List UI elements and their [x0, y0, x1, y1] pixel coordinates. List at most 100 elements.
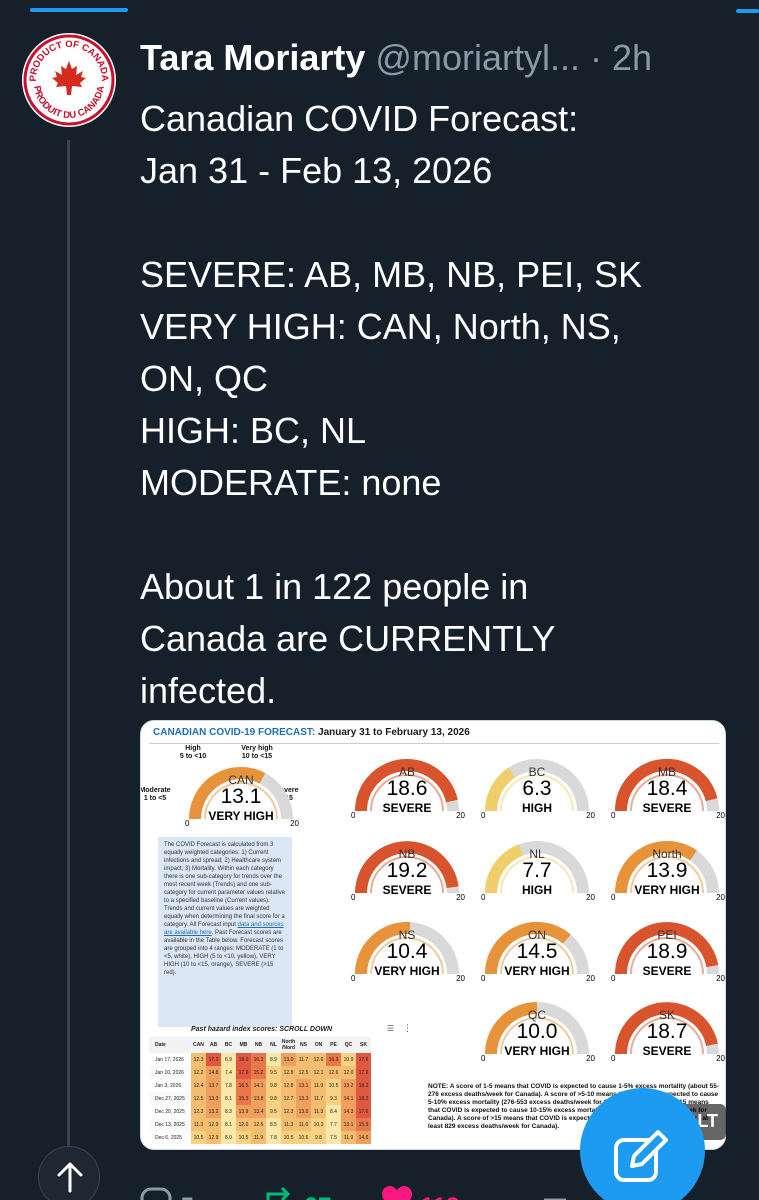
column-header[interactable]: CAN — [191, 1037, 206, 1053]
like-count: 118 — [421, 1193, 460, 1200]
gauge-max: 20 — [586, 1054, 595, 1063]
table-row: Jan 3, 2026 12.4 13.7 7.8 16.5 14.1 9.8 12.8 13.… — [149, 1079, 371, 1092]
score-cell: 11.9 — [251, 1131, 266, 1144]
gauge-value: 18.4 — [646, 777, 688, 800]
score-cell: 9.8 — [266, 1079, 281, 1092]
column-header[interactable]: PE — [326, 1037, 341, 1053]
row-date: Dec 20, 2025 — [155, 1108, 185, 1115]
score-cell: 14.8 — [206, 1066, 221, 1079]
score-cell: 14.3 — [341, 1105, 356, 1118]
score-cell: 8.1 — [221, 1092, 236, 1105]
gauge-max: 20 — [716, 974, 725, 983]
row-date: Dec 6, 2025 — [155, 1134, 182, 1141]
column-header[interactable]: AB — [206, 1037, 221, 1053]
row-date: Jan 3, 2026 — [155, 1082, 182, 1089]
column-header[interactable]: NL — [266, 1037, 281, 1053]
column-header[interactable]: NS — [296, 1037, 311, 1053]
tweet-line: infected. — [140, 670, 277, 711]
column-header[interactable]: QC — [341, 1037, 356, 1053]
forecast-image[interactable]: CANADIAN COVID-19 FORECAST: January 31 t… — [140, 720, 726, 1150]
reply-count: 5 — [181, 1193, 194, 1200]
retweet-icon — [262, 1186, 298, 1200]
score-cell: 12.9 — [206, 1118, 221, 1131]
score-cell: 15.3 — [236, 1092, 251, 1105]
gauge-pei: PEI 18.9 SEVERE 0 20 — [607, 914, 725, 1004]
forecast-title-range: January 31 to February 13, 2026 — [318, 727, 470, 738]
retweet-action[interactable]: 97 — [262, 1186, 331, 1200]
separator-dot: · — [590, 37, 602, 78]
score-cell: 12.5 — [191, 1092, 206, 1105]
gauge-level: HIGH — [522, 883, 552, 897]
column-header[interactable]: NB — [251, 1037, 266, 1053]
column-header[interactable]: Date — [149, 1037, 191, 1053]
tweet-line: About 1 in 122 people in — [140, 566, 529, 607]
score-cell: 18.0 — [236, 1053, 251, 1066]
column-header[interactable]: SK — [356, 1037, 371, 1053]
user-handle[interactable]: @moriartyl... — [375, 37, 580, 78]
score-cell: 10.6 — [296, 1131, 311, 1144]
arrow-up-icon — [57, 1162, 83, 1193]
gauge-value: 10.4 — [386, 940, 428, 963]
score-cell: 7.8 — [221, 1079, 236, 1092]
reply-action[interactable]: 5 — [140, 1186, 194, 1200]
reply-icon — [140, 1186, 174, 1200]
score-cell: 13.1 — [341, 1118, 356, 1131]
column-header[interactable]: BC — [221, 1037, 236, 1053]
past-scores-table: Date CAN AB BC MB NB NL North /Nord NS ON PE QC SK Ja… — [149, 1037, 371, 1144]
gauge-value: 18.7 — [646, 1020, 688, 1043]
score-cell: 13.2 — [206, 1105, 221, 1118]
gauge-min: 0 — [351, 893, 356, 902]
column-header[interactable]: MB — [236, 1037, 251, 1053]
forecast-title-prefix: CANADIAN COVID-19 FORECAST: — [153, 727, 316, 738]
scroll-to-top-button[interactable] — [38, 1146, 100, 1200]
views-action[interactable] — [540, 1186, 570, 1200]
gauge-level: SEVERE — [382, 801, 432, 815]
range-label-moderate: Moderate 1 to <5 — [140, 787, 171, 802]
gauge-nb: NB 19.2 SEVERE 0 20 — [347, 833, 467, 923]
title-divider — [149, 743, 719, 744]
score-cell: 7.7 — [326, 1118, 341, 1131]
score-cell: 13.7 — [206, 1079, 221, 1092]
score-cell: 13.3 — [206, 1092, 221, 1105]
display-name[interactable]: Tara Moriarty — [140, 37, 365, 78]
gauge-level: SEVERE — [642, 1044, 692, 1058]
column-header[interactable]: North /Nord — [281, 1037, 296, 1053]
score-cell: 12.4 — [191, 1079, 206, 1092]
score-cell: 17.6 — [356, 1066, 371, 1079]
avatar[interactable]: PRODUCT OF CANADA PRODUIT DU CANADA — [22, 33, 116, 127]
gauge-on: ON 14.5 VERY HIGH 0 20 — [477, 914, 597, 1004]
score-cell: 9.5 — [266, 1066, 281, 1079]
gauge-min: 0 — [481, 811, 486, 820]
tab-indicator-right — [736, 9, 759, 13]
score-cell: 17.6 — [356, 1053, 371, 1066]
score-cell: 8.1 — [221, 1118, 236, 1131]
score-cell: 8.0 — [221, 1131, 236, 1144]
gauge-ab: AB 18.6 SEVERE 0 20 — [347, 751, 467, 841]
more-options-icon: ⋮ — [403, 1023, 412, 1033]
score-cell: 11.3 — [311, 1105, 326, 1118]
tweet-line: HIGH: BC, NL — [140, 410, 367, 451]
timestamp[interactable]: 2h — [612, 37, 652, 78]
like-action[interactable]: 118 — [380, 1186, 459, 1200]
table-row: Dec 13, 2025 11.3 12.9 8.1 12.0 12.6 8.5 11.3 11… — [149, 1118, 371, 1131]
gauge-value: 7.7 — [522, 859, 552, 882]
row-date: Dec 27, 2025 — [149, 1092, 191, 1105]
filter-icon: ☰ — [387, 1024, 395, 1033]
gauge-mb: MB 18.4 SEVERE 0 20 — [607, 751, 725, 841]
score-cell: 10.5 — [191, 1131, 206, 1144]
gauge-ns: NS 10.4 VERY HIGH 0 20 — [347, 914, 467, 1004]
table-title: Past hazard index scores: SCROLL DOWN — [191, 1026, 333, 1033]
gauge-level: SEVERE — [642, 964, 692, 978]
table-header-row: Date CAN AB BC MB NB NL North /Nord NS ON PE QC SK — [149, 1037, 371, 1053]
thread-line — [67, 140, 70, 1170]
score-cell: 12.0 — [341, 1066, 356, 1079]
score-cell: 14.1 — [341, 1092, 356, 1105]
tweet-line: Jan 31 - Feb 13, 2026 — [140, 150, 493, 191]
forecast-description: The COVID Forecast is calculated from 3 … — [158, 837, 292, 1027]
score-cell: 12.0 — [236, 1118, 251, 1131]
tweet-line: Canada are CURRENTLY — [140, 618, 556, 659]
gauge-can: CAN 13.1 VERY HIGH 0 20 — [181, 759, 301, 849]
tweet-line: SEVERE: AB, MB, NB, PEI, SK — [140, 254, 643, 295]
score-cell: 13.0 — [296, 1105, 311, 1118]
column-header[interactable]: ON — [311, 1037, 326, 1053]
